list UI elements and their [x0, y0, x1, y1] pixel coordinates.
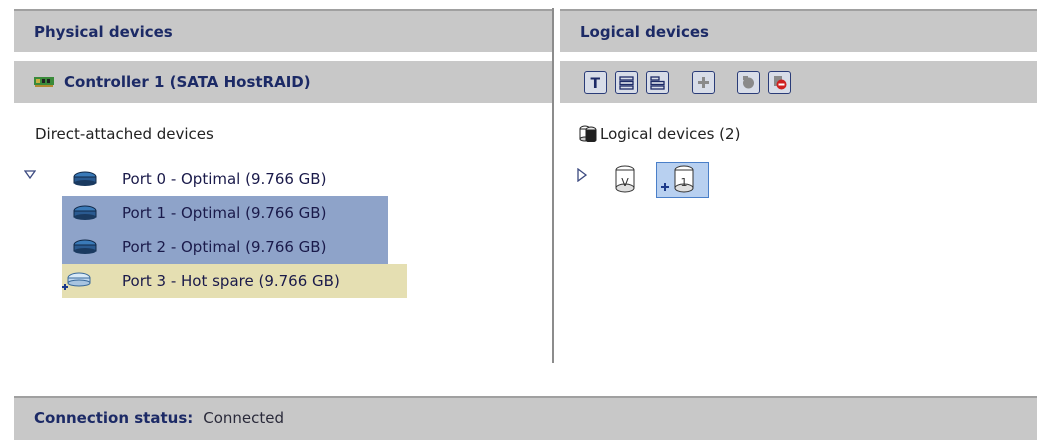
logical-drive-badge: 1	[681, 176, 688, 189]
port-row-1[interactable]: Port 1 - Optimal (9.766 GB)	[62, 196, 388, 230]
volume-icon[interactable]	[736, 71, 760, 94]
logical-toolbar: T	[560, 61, 1037, 103]
logical-drive-icon: 1	[661, 165, 694, 193]
expand-arrow-icon[interactable]	[577, 168, 587, 182]
logical-drive-icon: V	[615, 165, 635, 193]
port-row-0[interactable]: Port 0 - Optimal (9.766 GB)	[62, 162, 392, 196]
connection-status-value: Connected	[203, 409, 285, 427]
physical-devices-header: Physical devices	[14, 9, 552, 52]
text-view-icon[interactable]: T	[584, 71, 607, 94]
connection-status-bar: Connection status: Connected	[14, 396, 1037, 440]
logical-devices-group-icon	[579, 125, 597, 142]
direct-attached-title: Direct-attached devices	[35, 125, 214, 143]
hard-disk-icon	[73, 239, 97, 254]
hard-disk-icon	[73, 171, 97, 186]
logical-devices-title: Logical devices (2)	[578, 125, 740, 144]
connection-status-key: Connection status:	[34, 409, 194, 427]
svg-text:T: T	[591, 76, 601, 91]
port-label: Port 1 - Optimal (9.766 GB)	[122, 204, 327, 222]
logical-devices-count-label: Logical devices (2)	[600, 125, 741, 143]
port-row-2[interactable]: Port 2 - Optimal (9.766 GB)	[62, 230, 388, 264]
logical-devices-header: Logical devices	[560, 9, 1037, 52]
controller-card-icon	[34, 76, 54, 87]
delete-logical-device-icon[interactable]	[768, 71, 792, 94]
hot-spare-disk-icon	[62, 272, 91, 290]
compact-view-icon[interactable]	[646, 71, 670, 94]
logical-device-1[interactable]: 1	[656, 162, 709, 198]
logical-drive-badge: V	[621, 176, 629, 189]
create-logical-device-icon[interactable]	[691, 71, 715, 94]
controller-header[interactable]: Controller 1 (SATA HostRAID)	[14, 61, 552, 103]
list-view-icon[interactable]	[615, 71, 639, 94]
port-label: Port 3 - Hot spare (9.766 GB)	[122, 272, 340, 290]
port-label: Port 0 - Optimal (9.766 GB)	[122, 170, 327, 188]
controller-label: Controller 1 (SATA HostRAID)	[64, 73, 311, 91]
panel-divider[interactable]	[552, 8, 554, 363]
port-row-3[interactable]: Port 3 - Hot spare (9.766 GB)	[62, 264, 407, 298]
port-label: Port 2 - Optimal (9.766 GB)	[122, 238, 327, 256]
hard-disk-icon	[73, 205, 97, 220]
collapse-arrow-icon[interactable]	[24, 170, 36, 180]
logical-device-v[interactable]: V	[613, 164, 637, 194]
panel-divider-highlight	[555, 8, 556, 363]
